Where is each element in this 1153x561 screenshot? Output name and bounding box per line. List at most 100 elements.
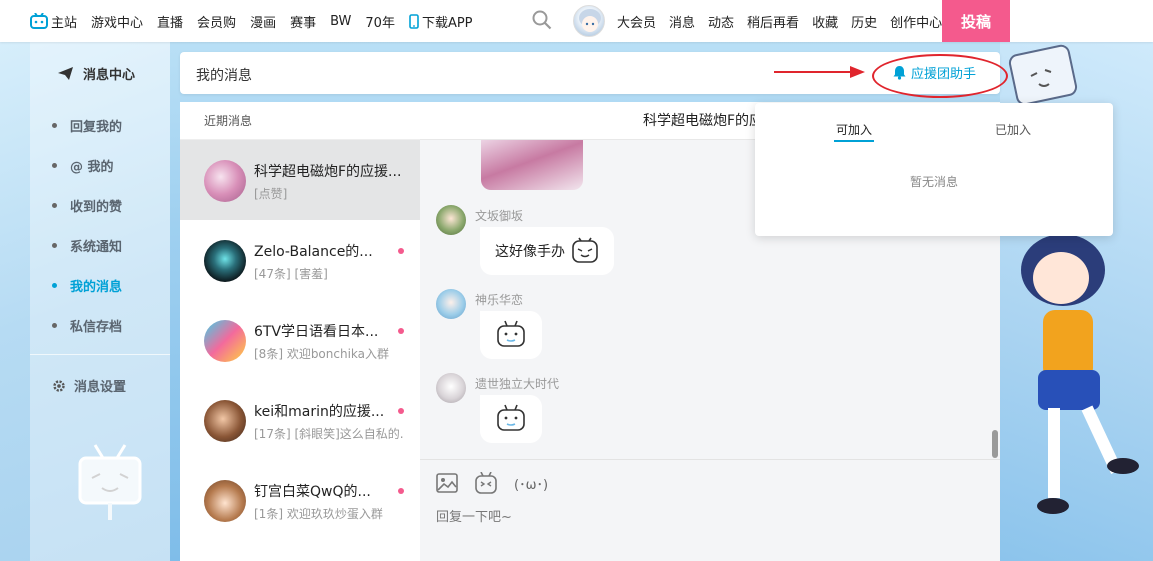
image-upload-icon[interactable] — [436, 473, 458, 493]
chat-scrollbar[interactable] — [992, 430, 998, 458]
sender-name[interactable]: 神乐华恋 — [475, 291, 523, 308]
sidebar-item-settings[interactable]: 消息设置 — [52, 376, 126, 395]
avatar-illustration — [579, 9, 601, 32]
conversation-name: 钉宫白菜QwQ的... — [254, 484, 371, 500]
sender-name[interactable]: 文坂御坂 — [475, 207, 523, 224]
conversation-item[interactable]: Zelo-Balance的... [47条] [害羞] — [180, 220, 420, 300]
bullet-icon — [52, 323, 57, 328]
nav-home-label: 主站 — [51, 15, 78, 31]
sidebar-item-mentions[interactable]: @ 我的 — [52, 156, 114, 175]
unread-dot — [398, 248, 404, 254]
sender-avatar[interactable] — [436, 205, 466, 235]
nav-manga-label: 漫画 — [250, 15, 277, 31]
nav-dynamics[interactable]: 动态 — [708, 12, 734, 31]
sidebar-divider — [30, 354, 170, 355]
top-nav-bar: 主站 游戏中心 直播 会员购 漫画 赛事 BW 70年 下载APP 大会员 消息… — [0, 0, 1153, 42]
message-text: 这好像手办 — [495, 244, 565, 260]
message-bubble — [480, 311, 542, 359]
nav-mall[interactable]: 会员购 — [197, 12, 236, 31]
sender-avatar[interactable] — [436, 289, 466, 319]
conversation-avatar — [204, 320, 246, 362]
composer-toolbar: (･ω･) — [436, 472, 564, 494]
support-group-helper-label: 应援团助手 — [911, 67, 977, 82]
sidebar-item-label: 系统通知 — [70, 240, 123, 255]
nav-download-app-label: 下载APP — [421, 15, 473, 31]
sidebar-item-label: 回复我的 — [70, 120, 123, 135]
message-input[interactable]: 回复一下吧~ — [436, 506, 512, 525]
nav-esports[interactable]: 赛事 — [290, 12, 316, 31]
message-bubble — [480, 395, 542, 443]
nav-70years-label: 70年 — [365, 15, 395, 31]
nav-game-center[interactable]: 游戏中心 — [91, 12, 143, 31]
tab-joinable[interactable]: 可加入 — [836, 121, 872, 138]
nav-history[interactable]: 历史 — [851, 12, 877, 31]
conversation-list-heading: 近期消息 — [180, 102, 420, 140]
top-nav-right: 大会员 消息 动态 稍后再看 收藏 历史 创作中心 — [617, 0, 955, 42]
nav-messages[interactable]: 消息 — [669, 12, 695, 31]
tv-logo-icon — [30, 13, 48, 29]
message-center-sidebar: 消息中心 回复我的 @ 我的 收到的赞 系统通知 我的消息 私信存档 消息设置 — [30, 42, 170, 561]
nav-vip[interactable]: 大会员 — [617, 12, 656, 31]
sidebar-item-archive[interactable]: 私信存档 — [52, 316, 122, 335]
top-nav-left: 主站 游戏中心 直播 会员购 漫画 赛事 BW 70年 下载APP — [0, 12, 487, 31]
conversation-preview: [47条] [害羞] — [254, 267, 328, 281]
message-composer: (･ω･) 回复一下吧~ — [420, 459, 1000, 561]
sidebar-item-likes[interactable]: 收到的赞 — [52, 196, 122, 215]
bullet-icon — [52, 123, 57, 128]
conversation-name: 科学超电磁炮F的应援... — [254, 164, 402, 180]
tab-joined[interactable]: 已加入 — [995, 121, 1031, 138]
nav-esports-label: 赛事 — [290, 15, 317, 31]
nav-live[interactable]: 直播 — [157, 12, 183, 31]
phone-icon — [409, 13, 419, 29]
search-icon[interactable] — [532, 10, 552, 30]
unread-dot — [398, 328, 404, 334]
conversation-item[interactable]: 科学超电磁炮F的应援... [点赞] — [180, 140, 420, 220]
sidebar-item-replies[interactable]: 回复我的 — [52, 116, 122, 135]
nav-70years[interactable]: 70年 — [365, 12, 395, 31]
nav-bw-label: BW — [330, 13, 352, 29]
conversation-item[interactable]: 6TV学日语看日本... [8条] 欢迎bonchika入群 — [180, 300, 420, 380]
bullet-icon — [52, 283, 57, 288]
sidebar-item-system[interactable]: 系统通知 — [52, 236, 122, 255]
nav-creator-center[interactable]: 创作中心 — [890, 12, 942, 31]
nav-watch-later[interactable]: 稍后再看 — [747, 12, 799, 31]
nav-home[interactable]: 主站 — [30, 12, 77, 31]
bullet-icon — [52, 163, 57, 168]
sidebar-settings-label: 消息设置 — [74, 380, 127, 395]
active-tab-indicator — [834, 140, 874, 142]
conversation-list: 近期消息 科学超电磁炮F的应援... [点赞] Zelo-Balance的...… — [180, 102, 420, 561]
unread-dot — [398, 488, 404, 494]
nav-bw[interactable]: BW — [330, 14, 351, 29]
nav-manga[interactable]: 漫画 — [250, 12, 276, 31]
conversation-name: 6TV学日语看日本... — [254, 324, 379, 340]
conversation-avatar — [204, 240, 246, 282]
nav-live-label: 直播 — [157, 15, 184, 31]
sender-avatar[interactable] — [436, 373, 466, 403]
nav-favorites[interactable]: 收藏 — [812, 12, 838, 31]
nav-download-app[interactable]: 下载APP — [409, 12, 473, 31]
sidebar-item-my-messages[interactable]: 我的消息 — [52, 276, 122, 295]
support-group-helper-button[interactable]: 应援团助手 — [892, 63, 976, 82]
conversation-item[interactable]: kei和marin的应援... [17条] [斜眼笑]这么自私的... — [180, 380, 420, 460]
message-header-bar: 我的消息 应援团助手 — [180, 52, 1000, 94]
message-image[interactable] — [481, 140, 583, 190]
sidebar-item-label: 我的消息 — [70, 280, 123, 295]
gear-icon — [53, 379, 65, 392]
bili-tv-face-icon — [497, 320, 525, 347]
sidebar-title-label: 消息中心 — [83, 68, 136, 83]
page-title: 我的消息 — [196, 68, 252, 84]
sender-name[interactable]: 遗世独立大时代 — [475, 375, 559, 392]
conversation-preview: [1条] 欢迎玖玖炒蛋入群 — [254, 507, 383, 521]
user-avatar[interactable] — [573, 5, 605, 37]
conversation-preview: [8条] 欢迎bonchika入群 — [254, 347, 390, 361]
bell-icon — [893, 66, 906, 80]
kaomoji-button[interactable]: (･ω･) — [514, 474, 548, 493]
emoji-icon[interactable] — [474, 472, 498, 494]
conversation-item[interactable]: 钉宫白菜QwQ的... [1条] 欢迎玖玖炒蛋入群 — [180, 460, 420, 540]
nav-mall-label: 会员购 — [197, 15, 237, 31]
sidebar-title: 消息中心 — [58, 64, 135, 83]
support-group-popup: 可加入 已加入 暂无消息 — [755, 103, 1113, 236]
paper-plane-icon — [58, 67, 73, 80]
post-button[interactable]: 投稿 — [942, 0, 1010, 42]
conversation-name: kei和marin的应援... — [254, 404, 385, 420]
